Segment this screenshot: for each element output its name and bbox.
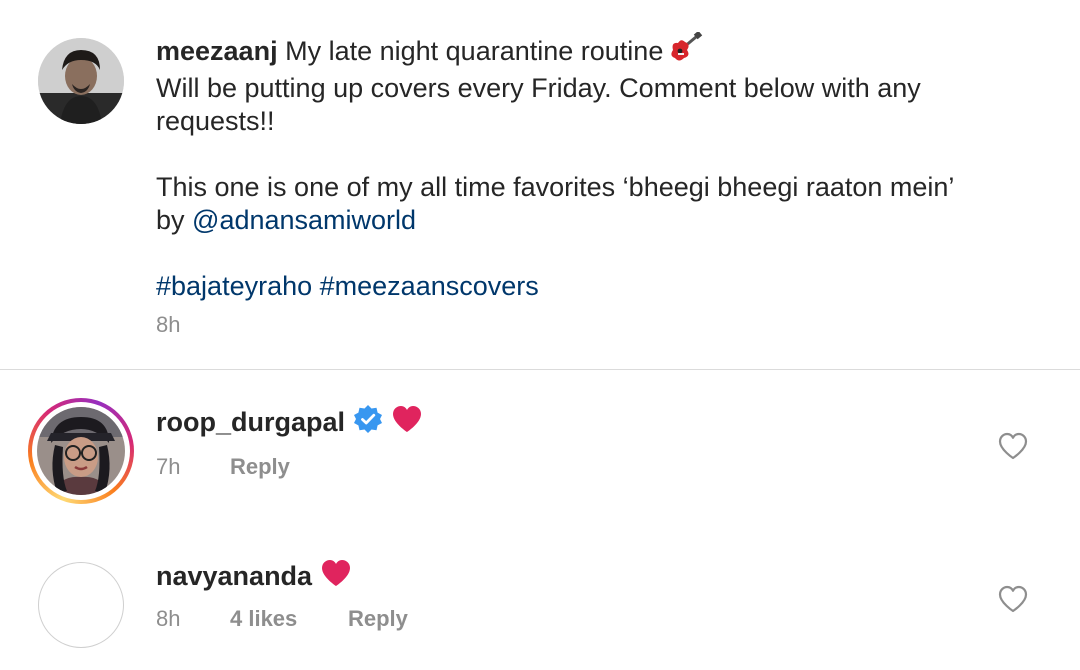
like-heart-icon[interactable] (997, 584, 1029, 614)
comment-meta: 7h Reply (156, 454, 290, 480)
caption-line-5: by @adnansamiworld (156, 204, 1036, 237)
author-photo (38, 38, 124, 124)
comment-header: navyananda (156, 558, 352, 595)
comment-item: roop_durgapal 7h Reply (0, 370, 1080, 520)
guitar-icon (669, 30, 703, 72)
heart-icon (391, 404, 423, 441)
comment-timestamp: 7h (156, 454, 181, 479)
caption-first-line: My late night quarantine routine (285, 36, 664, 66)
hashtag-link[interactable]: #meezaanscovers (320, 271, 539, 301)
comment-header: roop_durgapal (156, 404, 423, 441)
commenter-avatar (37, 407, 125, 495)
caption-timestamp: 8h (156, 312, 181, 337)
commenter-username[interactable]: navyananda (156, 561, 312, 591)
caption-line-4: This one is one of my all time favorites… (156, 172, 955, 202)
hashtags-line: #bajateyraho #meezaanscovers (156, 270, 1036, 303)
reply-button[interactable]: Reply (348, 606, 408, 632)
author-avatar[interactable] (38, 38, 124, 124)
comment-meta: 8h 4 likes Reply (156, 606, 408, 632)
commenter-avatar[interactable] (38, 562, 124, 648)
author-username[interactable]: meezaanj (156, 36, 278, 66)
commenter-photo (37, 407, 125, 495)
reply-button[interactable]: Reply (230, 454, 290, 480)
by-text: by (156, 205, 193, 235)
caption-line-1: meezaanj My late night quarantine routin… (156, 30, 1036, 72)
caption-text: meezaanj My late night quarantine routin… (156, 30, 1036, 303)
likes-count-button[interactable]: 4 likes (230, 606, 348, 632)
verified-badge-icon (353, 404, 383, 441)
post-caption: meezaanj My late night quarantine routin… (0, 0, 1080, 370)
hashtag-link[interactable]: #bajateyraho (156, 271, 312, 301)
comment-item: navyananda 8h 4 likes Reply (0, 520, 1080, 670)
comment-timestamp: 8h (156, 606, 181, 631)
caption-line-3: requests!! (156, 106, 275, 136)
comments-screen: meezaanj My late night quarantine routin… (0, 0, 1080, 670)
heart-icon (320, 558, 352, 595)
story-ring[interactable] (28, 398, 134, 504)
mention-link[interactable]: @adnansamiworld (192, 205, 416, 235)
commenter-username[interactable]: roop_durgapal (156, 407, 345, 437)
like-heart-icon[interactable] (997, 431, 1029, 461)
caption-line-2: Will be putting up covers every Friday. … (156, 73, 921, 103)
